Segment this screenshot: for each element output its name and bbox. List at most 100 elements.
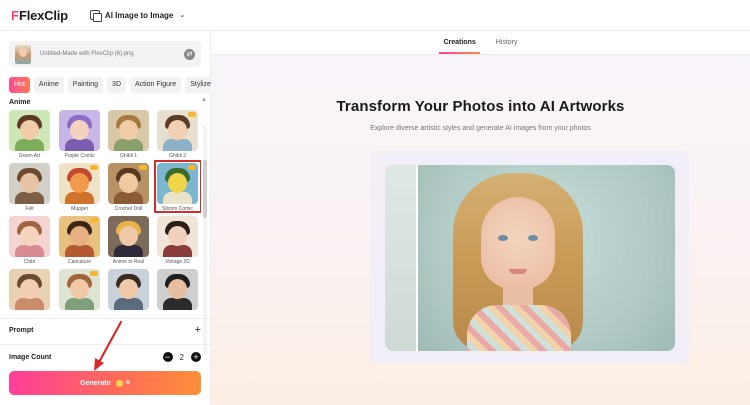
category-tab-anime[interactable]: Anime: [33, 77, 64, 93]
expand-prompt-plus-icon[interactable]: +: [195, 324, 201, 336]
chevron-down-icon: ⌄: [179, 12, 186, 19]
scrollbar-thumb[interactable]: [203, 160, 207, 218]
style-card[interactable]: Ghibli 2: [157, 110, 198, 159]
hero-subtitle: Explore diverse artistic styles and gene…: [370, 125, 591, 132]
thumbnail-body: [15, 139, 44, 151]
collapse-caret-icon[interactable]: ▲: [201, 97, 207, 103]
image-count-value: 2: [179, 352, 184, 362]
style-label: Crochet Doll: [114, 206, 143, 212]
brand-name: FlexClip: [18, 7, 68, 23]
style-card[interactable]: [9, 269, 50, 312]
thumbnail-body: [163, 245, 192, 257]
style-thumbnail: [157, 110, 198, 151]
prompt-label: Prompt: [9, 326, 34, 334]
thumbnail-body: [114, 298, 143, 310]
top-bar: F FlexClip AI Image to Image ⌄: [0, 0, 750, 31]
thumbnail-body: [114, 139, 143, 151]
thumbnail-face: [20, 173, 39, 193]
compare-slider-handle[interactable]: [416, 165, 418, 351]
thumbnail-face: [119, 120, 138, 140]
thumbnail-body: [65, 192, 94, 204]
category-tab-action-figure[interactable]: Action Figure: [130, 77, 182, 93]
style-label: Anime to Real: [112, 259, 145, 265]
thumbnail-face: [168, 226, 187, 246]
style-card[interactable]: Ghibli 1: [108, 110, 149, 159]
premium-crown-icon: [90, 165, 98, 170]
before-after-preview[interactable]: [385, 165, 675, 351]
style-label: Chibi: [23, 259, 36, 265]
tab-creations[interactable]: Creations: [439, 31, 481, 55]
main-area: Creations History Transform Your Photos i…: [211, 31, 750, 405]
style-card[interactable]: Chibi: [9, 216, 50, 265]
category-tab-3d[interactable]: 3D: [107, 77, 126, 93]
thumbnail-face: [20, 120, 39, 140]
generate-label: Generate: [80, 379, 111, 387]
style-card[interactable]: Crochet Doll: [108, 163, 149, 212]
style-thumbnail: [59, 163, 100, 204]
style-card[interactable]: [59, 269, 100, 312]
generate-button[interactable]: Generate -8: [9, 371, 201, 395]
thumbnail-face: [70, 173, 89, 193]
style-card[interactable]: Vintage 2D: [157, 216, 198, 265]
style-label: Ghibli 1: [120, 153, 137, 159]
thumbnail-face: [70, 226, 89, 246]
thumbnail-body: [65, 298, 94, 310]
category-tab-hot[interactable]: Hot: [9, 77, 30, 93]
style-card[interactable]: [108, 269, 149, 312]
annotation-arrow-icon: [94, 320, 123, 371]
decrease-count-button[interactable]: −: [162, 352, 173, 362]
style-thumbnail: [108, 269, 149, 310]
result-tabs: Creations History: [211, 31, 750, 55]
style-card[interactable]: Green Art: [9, 110, 50, 159]
style-thumbnail: [9, 110, 50, 151]
generate-cost: -8: [124, 380, 130, 386]
flexclip-logo[interactable]: F FlexClip: [11, 0, 68, 31]
uploaded-file-name: Untitled-Made with FlexClip (6).png: [40, 51, 134, 57]
category-tab-painting[interactable]: Painting: [67, 77, 104, 93]
thumbnail-body: [163, 139, 192, 151]
premium-crown-icon: [188, 112, 196, 117]
tool-selector-label: AI Image to Image: [104, 10, 174, 20]
preview-container: [370, 151, 689, 363]
style-card[interactable]: [157, 269, 198, 312]
style-thumbnail: [9, 163, 50, 204]
premium-crown-icon: [90, 218, 98, 223]
tool-selector[interactable]: AI Image to Image ⌄: [89, 10, 186, 22]
thumbnail-face: [20, 226, 39, 246]
credit-coin-icon: [115, 379, 123, 387]
style-thumbnail: [59, 269, 100, 310]
style-card[interactable]: Anime to Real: [108, 216, 149, 265]
selected-style-highlight: [154, 160, 201, 213]
uploaded-image-row[interactable]: Untitled-Made with FlexClip (6).png ⇄: [9, 41, 201, 67]
tab-history[interactable]: History: [496, 31, 518, 55]
portrait-face: [481, 197, 555, 289]
thumbnail-face: [119, 173, 138, 193]
premium-crown-icon: [90, 271, 98, 276]
replace-image-icon[interactable]: ⇄: [184, 48, 195, 60]
thumbnail-body: [15, 192, 44, 204]
style-label: Felt: [25, 206, 34, 212]
style-thumbnail: [9, 269, 50, 310]
style-grid: Green Art Purple Comic Ghibli 1 Ghibli 2 Fel…: [9, 110, 201, 345]
style-label: Muppet: [71, 206, 88, 212]
original-image-strip: [385, 165, 416, 351]
style-grid-scrollbar[interactable]: [203, 125, 207, 355]
thumbnail-face: [70, 279, 89, 299]
thumbnail-face: [168, 279, 187, 299]
style-label: Ghibli 2: [169, 153, 186, 159]
image-stack-icon: [89, 10, 102, 22]
style-card[interactable]: Purple Comic: [59, 110, 100, 159]
increase-count-button[interactable]: +: [191, 352, 201, 362]
portrait-lips: [509, 269, 527, 274]
style-thumbnail: [157, 269, 198, 310]
style-thumbnail: [157, 216, 198, 257]
style-card[interactable]: Caricature: [59, 216, 100, 265]
thumbnail-body: [114, 192, 143, 204]
thumbnail-body: [15, 245, 44, 257]
style-card[interactable]: Muppet: [59, 163, 100, 212]
premium-crown-icon: [139, 165, 147, 170]
image-count-label: Image Count: [9, 353, 52, 361]
style-card[interactable]: Felt: [9, 163, 50, 212]
thumbnail-face: [119, 226, 138, 246]
thumbnail-body: [114, 245, 143, 257]
